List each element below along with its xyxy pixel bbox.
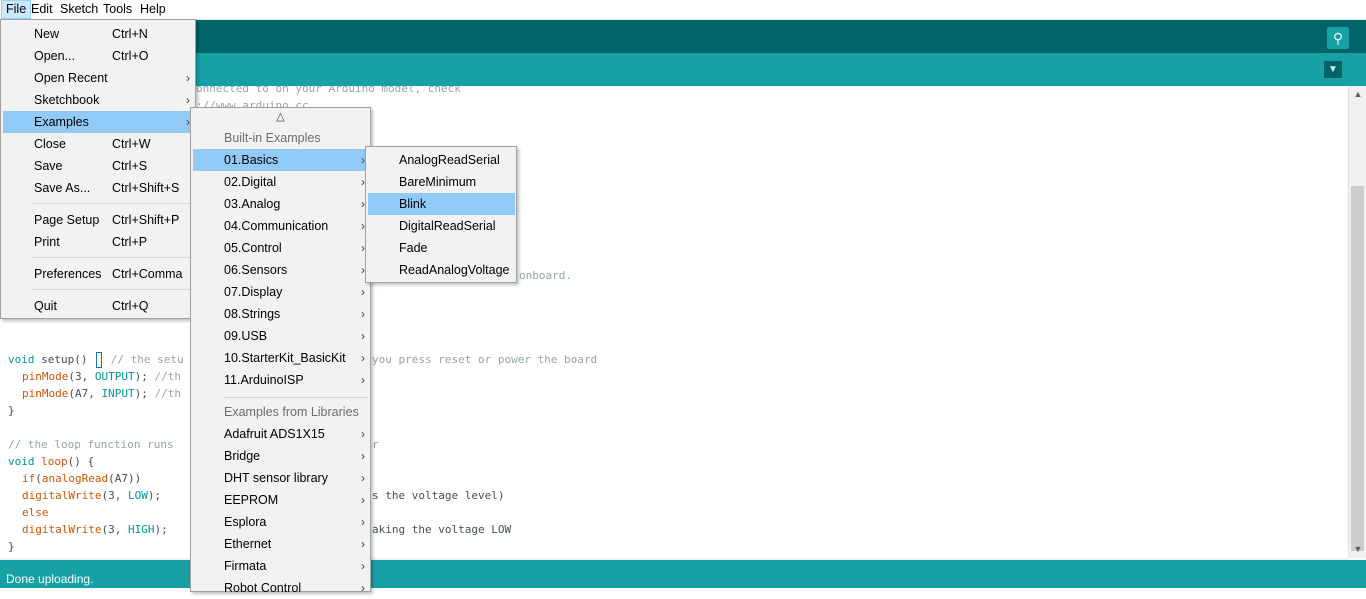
tab-menu-button[interactable]: ▼	[1324, 61, 1342, 78]
examples-item-analog[interactable]: 03.Analog ›	[193, 193, 369, 215]
menu-item-preferences[interactable]: Preferences Ctrl+Comma	[3, 263, 194, 285]
code-line: void setup() // the setu	[8, 352, 184, 368]
code-comment: you press reset or power the board	[372, 353, 598, 366]
code-comment: r	[372, 438, 379, 451]
menu-item-open-recent[interactable]: Open Recent ›	[3, 67, 194, 89]
menu-help[interactable]: Help	[136, 0, 170, 19]
menu-item-close[interactable]: Close Ctrl+W	[3, 133, 194, 155]
chevron-right-icon: ›	[186, 71, 190, 85]
chevron-right-icon: ›	[361, 373, 365, 387]
basics-item-readanalogvoltage[interactable]: ReadAnalogVoltage	[368, 259, 515, 281]
examples-item-arduinoisp[interactable]: 11.ArduinoISP ›	[193, 369, 369, 391]
menu-item-print[interactable]: Print Ctrl+P	[3, 231, 194, 253]
code-line: digitalWrite(3, LOW);	[22, 489, 162, 502]
text-cursor	[96, 352, 103, 368]
examples-item-library[interactable]: Adafruit ADS1X15 ›	[193, 423, 369, 445]
examples-item-sensors[interactable]: 06.Sensors ›	[193, 259, 369, 281]
menu-bar: File Edit Sketch Tools Help	[0, 0, 1366, 20]
builtin-examples-header: Built-in Examples	[224, 131, 321, 145]
chevron-right-icon: ›	[361, 559, 365, 573]
examples-item-starterkit[interactable]: 10.StarterKit_BasicKit ›	[193, 347, 369, 369]
code-line: if(analogRead(A7))	[22, 472, 142, 485]
menu-item-save-as[interactable]: Save As... Ctrl+Shift+S	[3, 177, 194, 199]
code-line: pinMode(3, OUTPUT); //th	[22, 370, 181, 383]
code-comment: onnected to on your Arduino model, check	[196, 86, 461, 95]
basics-item-bareminimum[interactable]: BareMinimum	[368, 171, 515, 193]
code-line: digitalWrite(3, HIGH);	[22, 523, 168, 536]
code-line: }	[8, 540, 15, 553]
chevron-right-icon: ›	[361, 581, 365, 595]
examples-item-strings[interactable]: 08.Strings ›	[193, 303, 369, 325]
chevron-right-icon: ›	[361, 449, 365, 463]
examples-item-library[interactable]: Robot Control ›	[193, 577, 369, 599]
toolbar	[0, 20, 1366, 53]
chevron-right-icon: ›	[361, 493, 365, 507]
menu-item-examples[interactable]: Examples ›	[3, 111, 194, 133]
examples-item-library[interactable]: Firmata ›	[193, 555, 369, 577]
examples-submenu: △ Built-in Examples 01.Basics › 02.Digita…	[190, 107, 371, 595]
chevron-right-icon: ›	[361, 427, 365, 441]
menu-separator	[223, 397, 368, 398]
magnifier-icon: ⚲	[1332, 30, 1344, 46]
code-comment: // the loop function runs	[8, 438, 174, 451]
scroll-up-icon[interactable]: △	[191, 110, 370, 126]
basics-item-analogreadserial[interactable]: AnalogReadSerial	[368, 149, 515, 171]
code-line: pinMode(A7, INPUT); //th	[22, 387, 181, 400]
file-menu: New Ctrl+N Open... Ctrl+O Open Recent › Ske…	[0, 19, 196, 319]
code-line: void loop() {	[8, 455, 95, 468]
menu-separator	[31, 257, 191, 258]
menu-item-sketchbook[interactable]: Sketchbook ›	[3, 89, 194, 111]
examples-item-digital[interactable]: 02.Digital ›	[193, 171, 369, 193]
code-comment: onboard.	[519, 269, 572, 282]
chevron-right-icon: ›	[361, 515, 365, 529]
triangle-down-icon: ▼	[1328, 64, 1338, 75]
chevron-right-icon: ›	[361, 537, 365, 551]
menu-item-quit[interactable]: Quit Ctrl+Q	[3, 295, 194, 317]
examples-item-library[interactable]: EEPROM ›	[193, 489, 369, 511]
chevron-right-icon: ›	[361, 285, 365, 299]
scrollbar-thumb[interactable]	[1351, 186, 1364, 551]
menu-item-save[interactable]: Save Ctrl+S	[3, 155, 194, 177]
chevron-right-icon: ›	[361, 329, 365, 343]
status-text: Done uploading.	[6, 572, 94, 586]
code-comment: aking the voltage LOW	[372, 523, 512, 536]
examples-item-basics[interactable]: 01.Basics ›	[193, 149, 369, 171]
serial-monitor-button[interactable]: ⚲	[1327, 27, 1349, 49]
code-comment: s the voltage level)	[372, 489, 505, 502]
tab-bar	[0, 53, 1366, 86]
menu-item-page-setup[interactable]: Page Setup Ctrl+Shift+P	[3, 209, 194, 231]
examples-item-library[interactable]: DHT sensor library ›	[193, 467, 369, 489]
scroll-up-icon[interactable]: ▲	[1349, 86, 1366, 103]
scroll-down-icon[interactable]: ▼	[1349, 541, 1366, 558]
chevron-right-icon: ›	[361, 307, 365, 321]
menu-sketch[interactable]: Sketch	[56, 0, 102, 19]
menu-item-new[interactable]: New Ctrl+N	[3, 23, 194, 45]
basics-item-digitalreadserial[interactable]: DigitalReadSerial	[368, 215, 515, 237]
menu-tools[interactable]: Tools	[99, 0, 136, 19]
examples-item-library[interactable]: Esplora ›	[193, 511, 369, 533]
examples-item-communication[interactable]: 04.Communication ›	[193, 215, 369, 237]
examples-item-display[interactable]: 07.Display ›	[193, 281, 369, 303]
code-line: else	[22, 506, 49, 519]
chevron-right-icon: ›	[361, 351, 365, 365]
menu-separator	[31, 203, 191, 204]
vertical-scrollbar[interactable]: ▲ ▼	[1348, 86, 1366, 558]
chevron-right-icon: ›	[361, 471, 365, 485]
basics-submenu: AnalogReadSerial BareMinimum Blink Digit…	[365, 146, 517, 283]
menu-item-open[interactable]: Open... Ctrl+O	[3, 45, 194, 67]
examples-item-usb[interactable]: 09.USB ›	[193, 325, 369, 347]
menu-edit[interactable]: Edit	[27, 0, 57, 19]
examples-item-control[interactable]: 05.Control ›	[193, 237, 369, 259]
examples-item-library[interactable]: Bridge ›	[193, 445, 369, 467]
code-line: }	[8, 404, 15, 417]
library-examples-header: Examples from Libraries	[224, 405, 359, 419]
basics-item-fade[interactable]: Fade	[368, 237, 515, 259]
examples-item-library[interactable]: Ethernet ›	[193, 533, 369, 555]
basics-item-blink[interactable]: Blink	[368, 193, 515, 215]
menu-separator	[31, 289, 191, 290]
